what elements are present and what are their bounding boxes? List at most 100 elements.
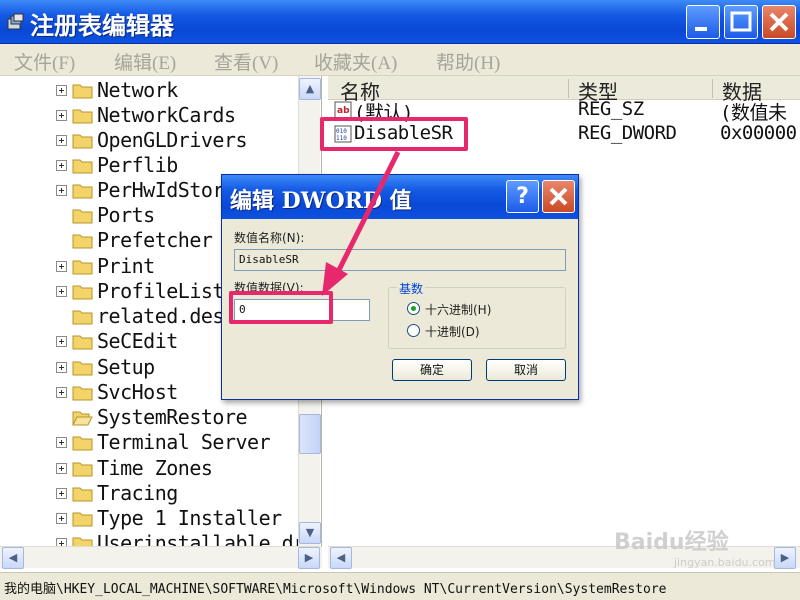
menu-help[interactable]: 帮助(H) [436,48,500,75]
expand-icon[interactable] [56,513,67,524]
close-icon [769,12,789,32]
value-data: 0x00000 [720,122,797,144]
minimize-icon [695,27,707,31]
highlight-box [320,117,468,151]
folder-icon [72,361,93,376]
value-data: (数值未 [720,102,787,124]
tree-item-label: Perflib [97,153,178,177]
folder-icon [72,209,93,224]
tree-item[interactable]: Network [56,78,318,103]
expand-icon[interactable] [56,185,67,196]
folder-icon [72,84,93,99]
column-divider[interactable] [712,79,713,98]
folder-icon [72,537,93,546]
folder-icon [72,386,93,401]
menu-file[interactable]: 文件(F) [14,48,75,75]
tree-item[interactable]: Time Zones [56,456,318,481]
expand-icon[interactable] [56,362,67,373]
expand-icon[interactable] [56,85,67,96]
regedit-icon [7,13,24,30]
folder-icon [72,184,93,199]
tree-item-selected[interactable]: SystemRestore [56,405,318,430]
help-icon: ? [516,184,529,209]
close-button[interactable] [762,5,796,39]
folder-icon [72,134,93,149]
close-icon [549,187,568,206]
scroll-right-icon[interactable]: ▶ [774,547,796,569]
tree-item-label: OpenGLDrivers [97,128,248,152]
tree-item-label: Prefetcher [97,228,213,252]
tree-item-label: Ports [97,203,155,227]
baidu-watermark-url: jingyan.baidu.com [674,556,776,569]
tree-item[interactable]: Type 1 Installer [56,506,318,531]
help-button[interactable]: ? [506,180,539,213]
expand-icon[interactable] [56,437,67,448]
folder-icon [72,512,93,527]
dialog-close-button[interactable] [542,180,575,213]
scroll-down-icon[interactable]: ▼ [299,522,321,544]
expand-icon[interactable] [56,261,67,272]
decimal-label[interactable]: 十进制(D) [425,323,480,340]
title-bar: 注册表编辑器 [0,0,800,44]
decimal-radio[interactable] [407,324,420,337]
radix-label: 基数 [397,280,426,297]
scroll-left-icon[interactable]: ◀ [2,547,24,569]
folder-icon [72,285,93,300]
minimize-button[interactable] [686,5,720,39]
tree-item[interactable]: NetworkCards [56,103,318,128]
radix-group: 基数 十六进制(H) 十进制(D) [388,280,566,349]
menu-view[interactable]: 查看(V) [214,48,278,75]
expand-icon[interactable] [56,160,67,171]
maximize-button[interactable] [724,5,758,39]
expand-icon[interactable] [56,463,67,474]
hex-radio[interactable] [407,302,420,315]
expand-icon[interactable] [56,286,67,297]
expand-icon[interactable] [56,488,67,499]
expand-icon[interactable] [56,387,67,398]
folder-icon [72,260,93,275]
window-title: 注册表编辑器 [30,12,174,40]
tree-item[interactable]: Tracing [56,481,318,506]
tree-item-label: Type 1 Installer [97,506,282,530]
open-folder-icon [72,411,93,426]
dialog-title-bar: 编辑 DWORD 值 ? [222,175,578,219]
hex-label[interactable]: 十六进制(H) [425,301,491,318]
value-name-field: DisableSR [234,249,566,271]
folder-icon [72,487,93,502]
expand-icon[interactable] [56,110,67,121]
scroll-left-icon[interactable]: ◀ [330,547,352,569]
highlight-box [229,291,333,324]
ok-button[interactable]: 确定 [392,359,472,381]
menu-edit[interactable]: 编辑(E) [114,48,176,75]
baidu-watermark-logo: Baidu经验 [614,530,729,555]
expand-icon[interactable] [56,336,67,347]
tree-item-label: Network [97,78,178,102]
tree-item-label: PerHwIdStor [97,178,224,202]
cancel-button[interactable]: 取消 [486,359,566,381]
folder-icon [72,335,93,350]
dialog-title: 编辑 DWORD 值 [230,188,412,214]
edit-dword-dialog: 编辑 DWORD 值 ? 数值名称(N): DisableSR 数值数据(V):… [221,174,579,400]
tree-item-label: Terminal Server [97,430,271,454]
expand-icon[interactable] [56,538,67,546]
tree-item[interactable]: Terminal Server [56,430,318,455]
tree-item-label: SvcHost [97,380,178,404]
scroll-thumb[interactable] [299,414,321,454]
tree-item-label: SeCEdit [97,329,178,353]
tree-item[interactable]: Userinstallable.dr [56,531,318,546]
value-type: REG_DWORD [578,122,677,144]
column-divider[interactable] [568,79,569,98]
tree-item-label: Userinstallable.dr [97,531,305,546]
scroll-up-icon[interactable]: ▲ [299,78,321,100]
value-name-label: 数值名称(N): [234,231,305,245]
tree-item[interactable]: OpenGLDrivers [56,128,318,153]
tree-item-label: NetworkCards [97,103,236,127]
svg-text:ab: ab [337,106,350,116]
menu-favorites[interactable]: 收藏夹(A) [314,48,397,75]
status-bar: 我的电脑\HKEY_LOCAL_MACHINE\SOFTWARE\Microso… [0,572,800,600]
expand-icon[interactable] [56,135,67,146]
tree-horizontal-scrollbar[interactable]: ◀ ▶ [0,546,322,569]
folder-icon [72,436,93,451]
tree-item-label: Time Zones [97,456,213,480]
scroll-right-icon[interactable]: ▶ [298,547,320,569]
